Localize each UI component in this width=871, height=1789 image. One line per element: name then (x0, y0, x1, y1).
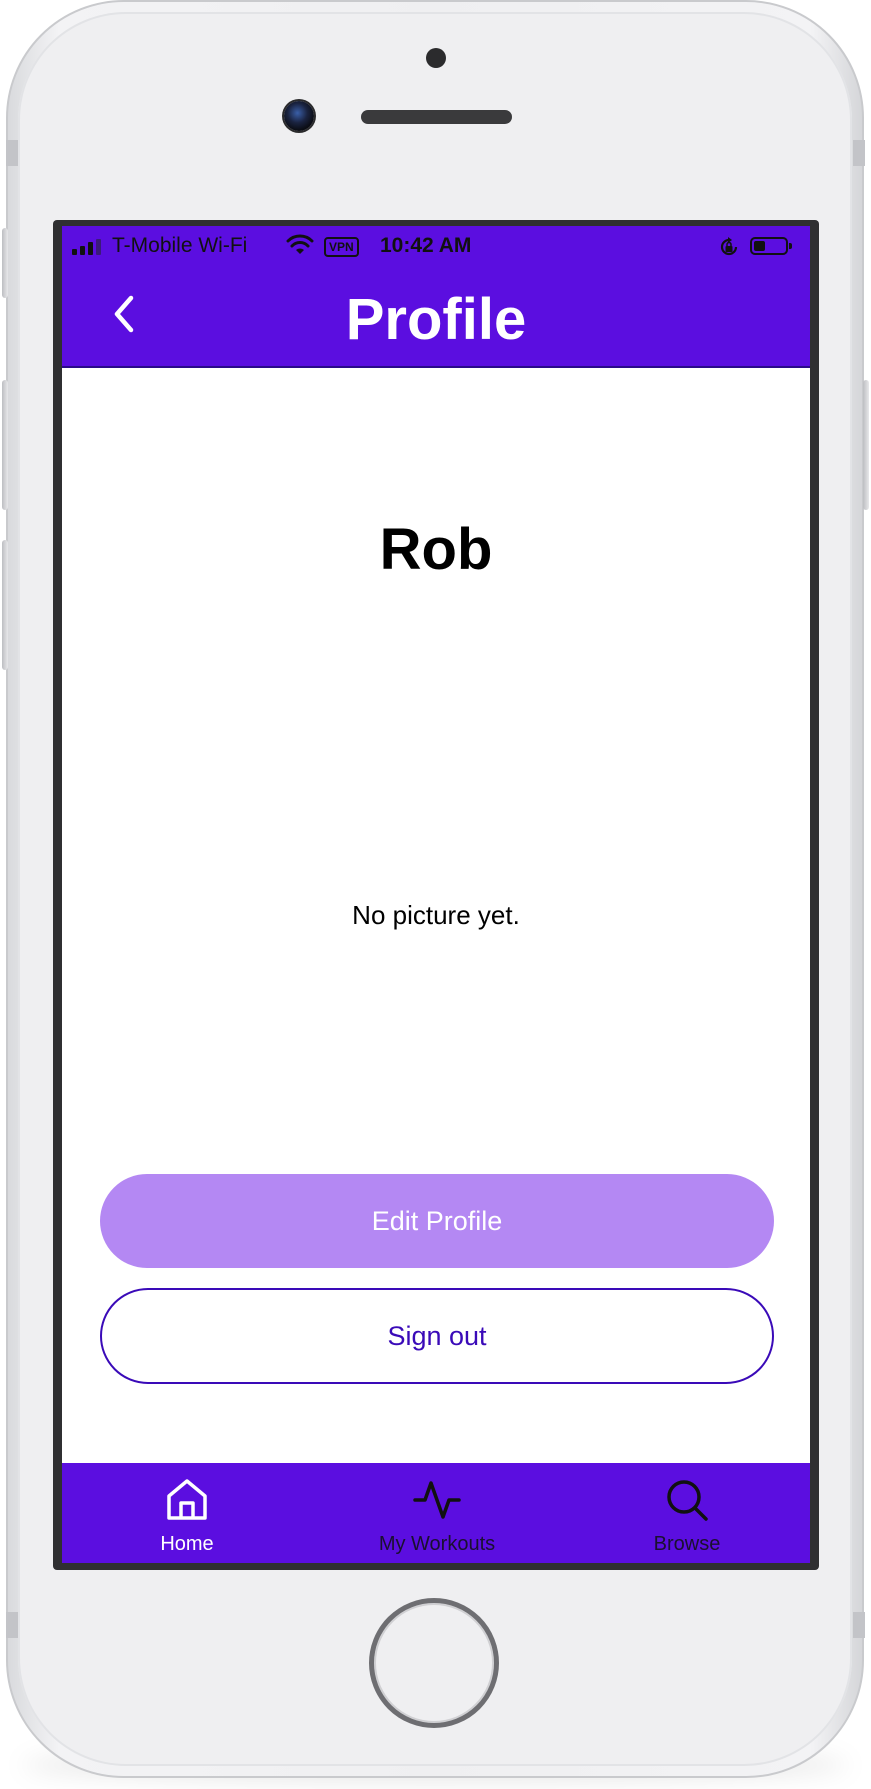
tab-home[interactable]: Home (62, 1463, 312, 1563)
earpiece-speaker (361, 110, 512, 124)
tab-label: My Workouts (378, 1533, 496, 1555)
status-time: 10:42 AM (380, 234, 472, 257)
tab-label: Browse (653, 1533, 721, 1555)
sign-out-button[interactable]: Sign out (100, 1288, 774, 1384)
antenna-band (853, 140, 865, 166)
antenna-band (853, 1612, 865, 1638)
edit-profile-button[interactable]: Edit Profile (100, 1174, 774, 1268)
wifi-icon (286, 234, 314, 262)
volume-down-button (2, 540, 8, 670)
tab-bar: Home My Workouts Browse (62, 1463, 810, 1563)
status-bar: T-Mobile Wi-Fi VPN 10:42 AM (62, 226, 810, 266)
tab-my-workouts[interactable]: My Workouts (312, 1463, 562, 1563)
tab-label: Home (160, 1533, 214, 1555)
profile-picture-placeholder: No picture yet. (352, 900, 520, 930)
antenna-band (6, 1612, 18, 1638)
app-screen: T-Mobile Wi-Fi VPN 10:42 AM Profile Rob … (62, 226, 810, 1563)
navigation-bar: Profile (62, 266, 810, 368)
battery-icon (750, 237, 792, 255)
power-button (863, 380, 869, 510)
profile-name: Rob (379, 517, 493, 582)
search-icon (664, 1475, 710, 1525)
activity-icon (413, 1475, 461, 1525)
cellular-signal-icon (72, 239, 101, 255)
vpn-badge: VPN (324, 237, 359, 257)
carrier-name: T-Mobile Wi-Fi (112, 234, 248, 257)
tab-browse[interactable]: Browse (562, 1463, 810, 1563)
home-icon (164, 1475, 210, 1525)
page-title: Profile (345, 287, 527, 352)
proximity-sensor (426, 48, 446, 68)
front-camera (284, 101, 314, 131)
volume-up-button (2, 380, 8, 510)
mute-switch (2, 228, 8, 298)
device-home-button[interactable] (369, 1598, 499, 1728)
antenna-band (6, 140, 18, 166)
rotation-lock-icon (718, 236, 740, 264)
